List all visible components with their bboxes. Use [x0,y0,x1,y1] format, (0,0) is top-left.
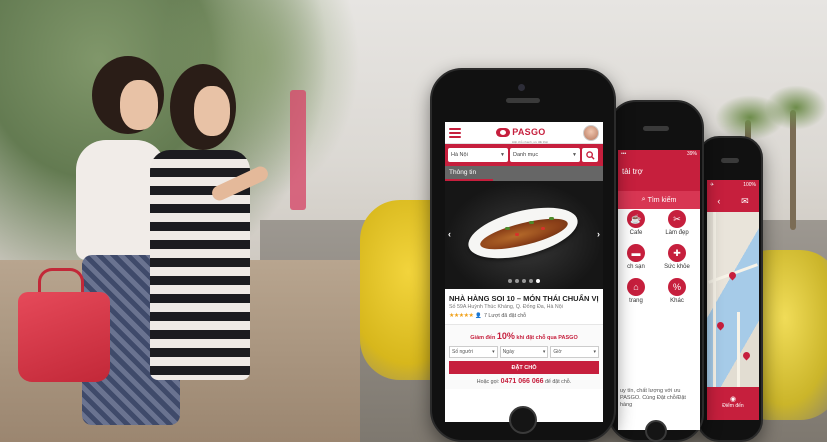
phone-restaurant: PASGO Đặt chỗ nhanh, ưu đãi thật Hà Nội … [430,68,616,442]
booking-panel: Giảm đến 10% khi đặt chỗ qua PASGO Số ng… [445,325,603,389]
chevron-down-icon: ▾ [542,349,546,355]
star-rating: ★★★★★ [449,313,474,319]
home-button[interactable] [645,420,667,442]
phone-map: ✈ 100% ‹ ✉ ◉ Điểm đến [697,136,763,442]
people-select[interactable]: Số người ▾ [449,346,498,358]
speaker-grille [506,98,540,103]
location-icon: ◉ [729,396,737,403]
user-icon: 👤 [475,312,483,319]
bed-icon: ▬ [627,244,645,262]
date-select[interactable]: Ngày ▾ [499,346,549,358]
book-button[interactable]: ĐẶT CHỖ [449,361,599,374]
map-view[interactable] [707,212,759,387]
category-grid: ☕ Cafe ✂ Làm đẹp ▬ ch sạn ✚ Sức khỏe ⌂ t… [618,210,700,304]
map-pin-icon[interactable] [741,350,752,361]
category-beauty[interactable]: ✂ Làm đẹp [654,210,700,236]
map-pin-icon[interactable] [715,320,726,331]
call-line: Hoặc gọi: 0471 066 066 để đặt chỗ. [476,378,572,385]
chevron-left-icon[interactable]: ‹ [448,229,451,239]
hamburger-menu-icon[interactable] [449,127,461,138]
category-hotel[interactable]: ▬ ch sạn [618,244,654,270]
hotline-link[interactable]: 0471 066 066 [501,378,544,385]
footer-text: uy tín, chất lượng với ưu PASGO. Cùng Đặ… [620,388,686,409]
destination-tab[interactable]: ◉ Điểm đến [707,387,759,420]
pasgo-logo[interactable]: PASGO Đặt chỗ nhanh, ưu đãi thật [496,122,548,144]
chevron-down-icon: ▼ [572,152,577,158]
map-screen: ✈ 100% ‹ ✉ ◉ Điểm đến [707,180,759,420]
logo-mark-icon [496,128,511,137]
promo-text: Giảm đến 10% khi đặt chỗ qua PASGO [470,331,578,341]
categories-screen: ••• 39% tài trợ ⌕ Tìm kiếm ☕ Cafe ✂ Làm … [618,150,700,430]
scissors-icon: ✂ [668,210,686,228]
front-camera [518,84,525,91]
signal-icon: ✈ [710,182,715,188]
dish-photo-carousel[interactable]: ‹ › [445,181,603,289]
medical-cross-icon: ✚ [668,244,686,262]
chevron-down-icon: ▼ [500,152,505,158]
search-button[interactable] [582,148,598,162]
booked-count: 7 Lượt đã đặt chỗ [484,312,527,319]
rating-row: ★★★★★ 👤 7 Lượt đã đặt chỗ [445,310,603,325]
search-icon: ⌕ [641,196,646,203]
search-icon [585,150,595,160]
category-health[interactable]: ✚ Sức khỏe [654,244,700,270]
city-select[interactable]: Hà Nội ▼ [448,148,508,162]
percent-icon: % [668,278,686,296]
cup-icon: ☕ [627,210,645,228]
restaurant-title: NHÀ HÀNG SOI 10 – MÓN THÁI CHUẨN VỊ [449,294,599,303]
chevron-down-icon: ▾ [492,349,495,355]
search-bar: Hà Nội ▼ Danh mục ▼ [445,144,603,166]
hanger-icon: ⌂ [627,278,645,296]
category-other[interactable]: % Khác [654,278,700,304]
chevron-down-icon: ▾ [593,349,597,355]
carousel-dots [445,279,603,283]
chevron-right-icon[interactable]: › [597,229,600,239]
phone-categories: ••• 39% tài trợ ⌕ Tìm kiếm ☕ Cafe ✂ Làm … [608,100,704,442]
app-header: PASGO Đặt chỗ nhanh, ưu đãi thật [445,122,603,144]
battery-status: 100% [743,182,756,188]
battery-status: 39% [686,151,697,157]
home-button[interactable] [509,406,537,434]
tab-info[interactable]: Thông tin [445,166,493,181]
search-button[interactable]: ⌕ Tìm kiếm [618,191,700,209]
time-select[interactable]: Giờ ▾ [550,346,600,358]
avatar[interactable] [582,124,599,141]
mail-icon[interactable]: ✉ [741,196,749,207]
category-select[interactable]: Danh mục ▼ [510,148,580,162]
restaurant-screen: PASGO Đặt chỗ nhanh, ưu đãi thật Hà Nội … [445,122,603,422]
back-icon[interactable]: ‹ [717,196,720,206]
sponsor-header: tài trợ [618,159,700,191]
category-cafe[interactable]: ☕ Cafe [618,210,654,236]
category-fashion[interactable]: ⌂ trang [618,278,654,304]
